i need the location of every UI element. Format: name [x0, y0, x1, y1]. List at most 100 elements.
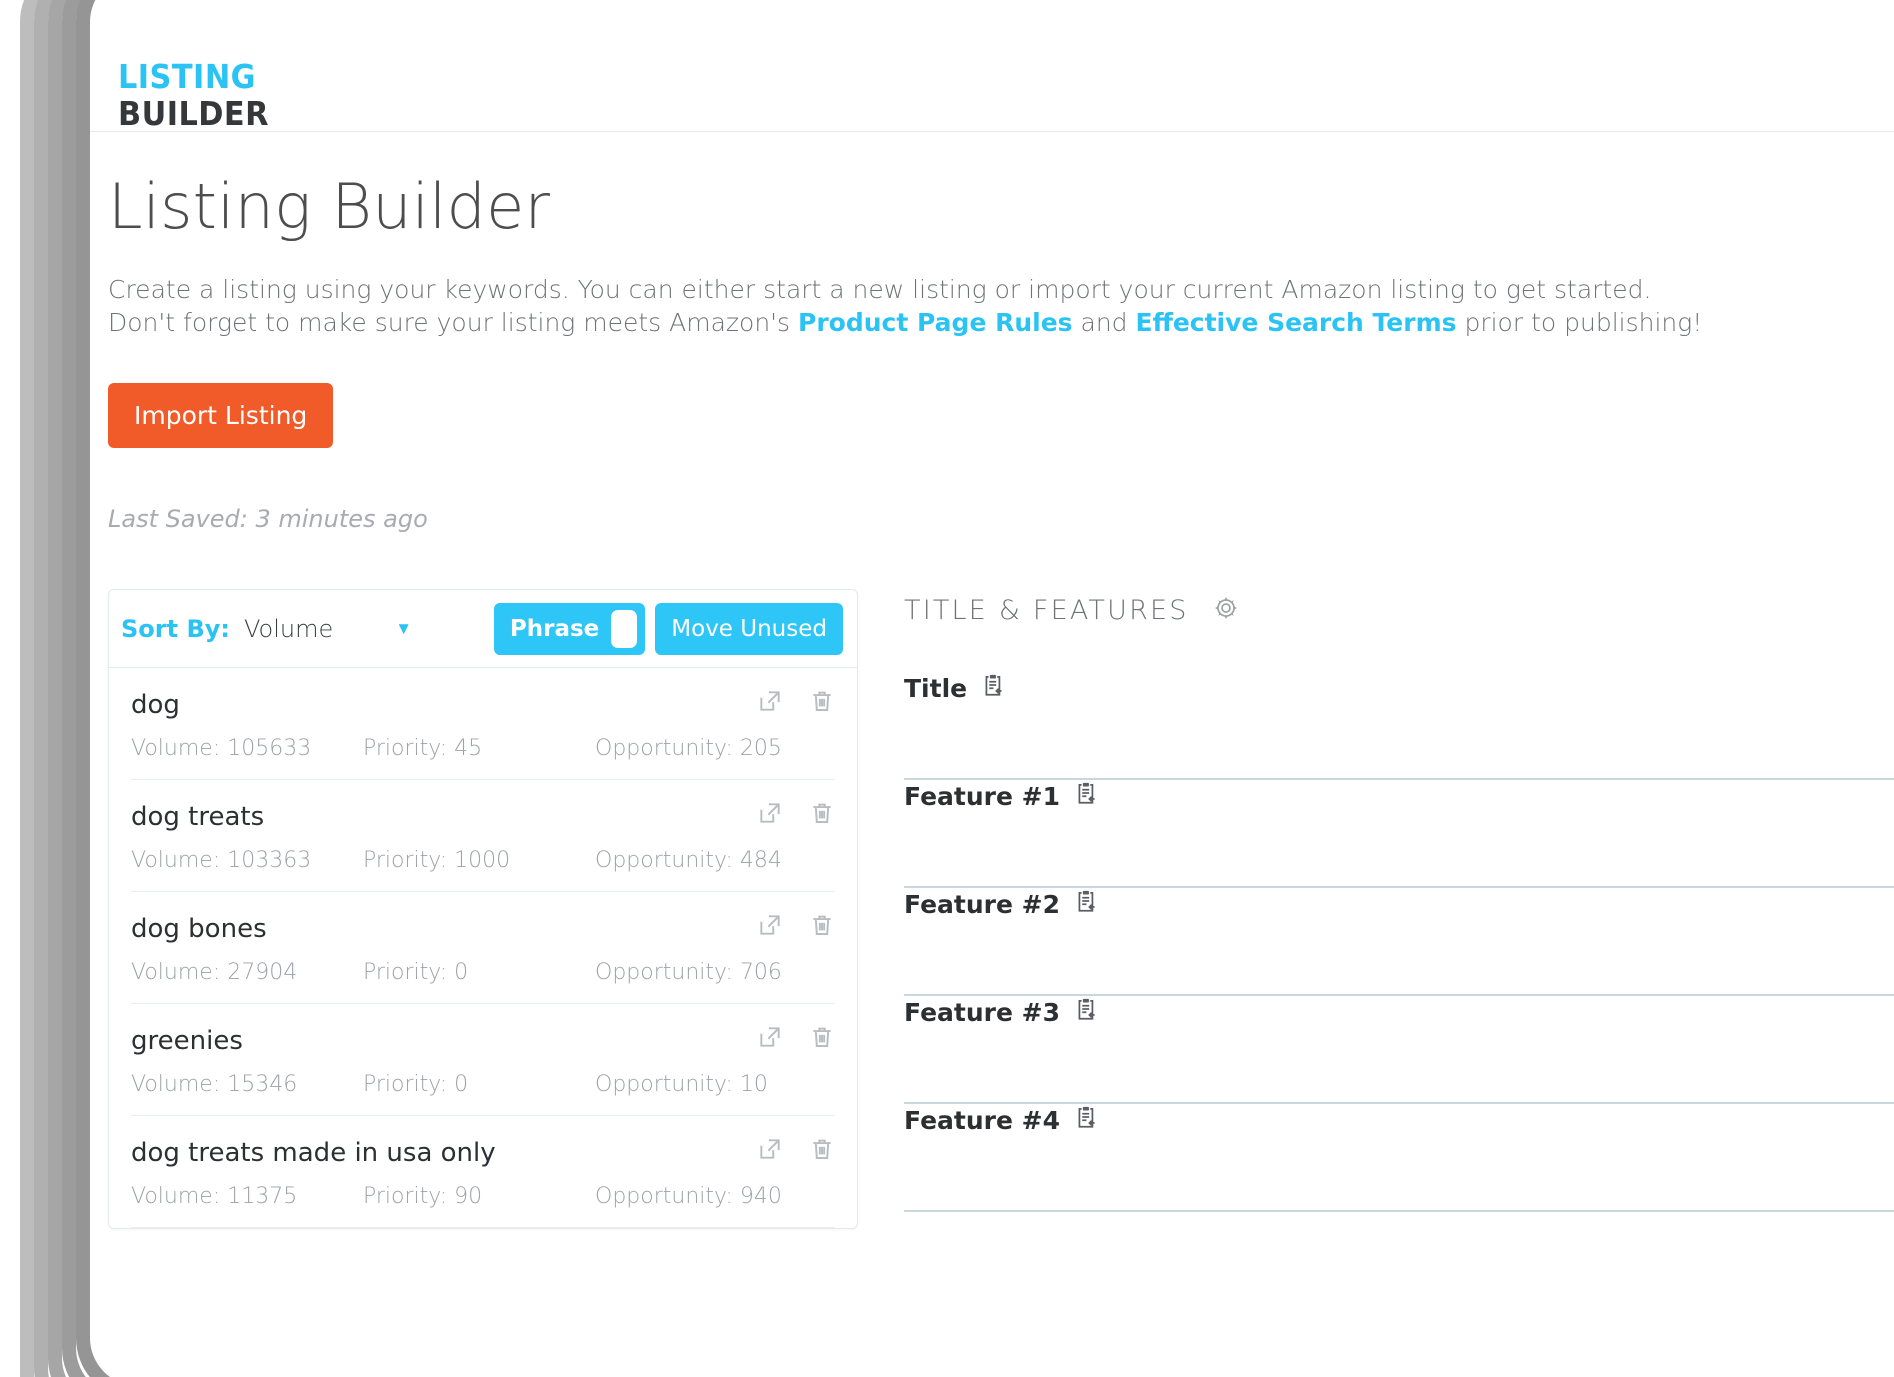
- listing-field: Feature #3: [904, 996, 1894, 1104]
- clipboard-paste-icon[interactable]: [1074, 1104, 1100, 1136]
- keyword-panel: Sort By: Volume ▼ Phrase Move Unused dog…: [108, 589, 858, 1229]
- panels-container: Sort By: Volume ▼ Phrase Move Unused dog…: [108, 589, 1894, 1229]
- field-label-text: Feature #3: [904, 998, 1060, 1027]
- listing-builder-logo[interactable]: LISTING BUILDER: [118, 60, 282, 130]
- keyword-text: dog treats: [131, 802, 835, 832]
- logo-text-builder: BUILDER: [118, 97, 269, 130]
- keyword-list: dog Volume: 105633Priority: 45Opportunity…: [109, 668, 857, 1228]
- keyword-opportunity: Opportunity: 484: [595, 848, 782, 873]
- field-input[interactable]: [904, 920, 1894, 994]
- field-label-text: Title: [904, 674, 967, 703]
- phrase-toggle-knob: [611, 610, 637, 648]
- intro-text-b: and: [1073, 308, 1136, 337]
- toolbar-right-group: Phrase Move Unused: [494, 603, 843, 655]
- field-input[interactable]: [904, 704, 1894, 778]
- app-screen: LISTING BUILDER Listing Builder Create a…: [90, 46, 1894, 1334]
- keyword-volume: Volume: 15346: [131, 1072, 363, 1097]
- keyword-text: dog treats made in usa only: [131, 1138, 835, 1168]
- listing-field: Feature #1: [904, 780, 1894, 888]
- keyword-volume: Volume: 27904: [131, 960, 363, 985]
- external-link-icon[interactable]: [757, 1024, 783, 1050]
- move-unused-button[interactable]: Move Unused: [655, 603, 843, 655]
- keyword-stats: Volume: 27904Priority: 0Opportunity: 706: [131, 960, 835, 985]
- intro-line-1: Create a listing using your keywords. Yo…: [108, 273, 1894, 306]
- keyword-row[interactable]: dog treats made in usa only Volume: 11375…: [131, 1116, 835, 1228]
- intro-text-a: Don't forget to make sure your listing m…: [108, 308, 798, 337]
- keyword-opportunity: Opportunity: 940: [595, 1184, 782, 1209]
- trash-icon[interactable]: [809, 1024, 835, 1050]
- keyword-stats: Volume: 103363Priority: 1000Opportunity:…: [131, 848, 835, 873]
- trash-icon[interactable]: [809, 800, 835, 826]
- field-underline: [904, 1028, 1894, 1104]
- keyword-opportunity: Opportunity: 10: [595, 1072, 768, 1097]
- clipboard-paste-icon[interactable]: [981, 672, 1007, 704]
- title-features-panel: TITLE & FEATURES Title Feature #1 Feature …: [904, 589, 1894, 1229]
- clipboard-paste-icon[interactable]: [1074, 996, 1100, 1028]
- keyword-row[interactable]: greenies Volume: 15346Priority: 0Opportun…: [131, 1004, 835, 1116]
- gear-icon[interactable]: [1211, 593, 1241, 628]
- listing-field: Feature #2: [904, 888, 1894, 996]
- field-label-row: Feature #1: [904, 780, 1894, 812]
- sort-by-value[interactable]: Volume: [244, 615, 333, 643]
- keyword-opportunity: Opportunity: 706: [595, 960, 782, 985]
- field-underline: [904, 920, 1894, 996]
- effective-search-terms-link[interactable]: Effective Search Terms: [1136, 308, 1457, 337]
- keyword-text: dog: [131, 690, 835, 720]
- external-link-icon[interactable]: [757, 912, 783, 938]
- keyword-stats: Volume: 105633Priority: 45Opportunity: 2…: [131, 736, 835, 761]
- clipboard-paste-icon[interactable]: [1074, 780, 1100, 812]
- field-input[interactable]: [904, 812, 1894, 886]
- field-label-text: Feature #2: [904, 890, 1060, 919]
- intro-line-2: Don't forget to make sure your listing m…: [108, 306, 1894, 339]
- field-label-row: Feature #2: [904, 888, 1894, 920]
- external-link-icon[interactable]: [757, 800, 783, 826]
- keyword-row[interactable]: dog treats Volume: 103363Priority: 1000Op…: [131, 780, 835, 892]
- title-features-header: TITLE & FEATURES: [904, 593, 1894, 628]
- page-body: Listing Builder Create a listing using y…: [90, 170, 1894, 1229]
- keyword-row[interactable]: dog bonesVolume: 27904Priority: 0Opportu…: [131, 892, 835, 1004]
- field-label-text: Feature #4: [904, 1106, 1060, 1135]
- app-header: LISTING BUILDER: [90, 46, 1894, 132]
- listing-field: Feature #4: [904, 1104, 1894, 1212]
- listing-field: Title: [904, 672, 1894, 780]
- field-underline: [904, 812, 1894, 888]
- keyword-opportunity: Opportunity: 205: [595, 736, 782, 761]
- page-title: Listing Builder: [108, 170, 1894, 243]
- phrase-toggle-label: Phrase: [510, 616, 599, 642]
- trash-icon[interactable]: [809, 688, 835, 714]
- keyword-priority: Priority: 1000: [363, 848, 595, 873]
- device-mockup: LISTING BUILDER Listing Builder Create a…: [0, 0, 1894, 1377]
- field-underline: [904, 704, 1894, 780]
- listing-fields: Title Feature #1 Feature #2 Feature #3 Featu…: [904, 672, 1894, 1212]
- field-input[interactable]: [904, 1136, 1894, 1210]
- field-underline: [904, 1136, 1894, 1212]
- external-link-icon[interactable]: [757, 688, 783, 714]
- keyword-row[interactable]: dog Volume: 105633Priority: 45Opportunity…: [131, 668, 835, 780]
- action-row: Import Listing Used / Total Search 0 / 4…: [108, 383, 1894, 479]
- saved-row: Last Saved: 3 minutes ago Copy: [108, 497, 1894, 561]
- trash-icon[interactable]: [809, 912, 835, 938]
- keyword-priority: Priority: 0: [363, 1072, 595, 1097]
- title-features-heading: TITLE & FEATURES: [904, 595, 1189, 626]
- keyword-row-actions: [757, 800, 835, 826]
- import-listing-button[interactable]: Import Listing: [108, 383, 333, 448]
- keyword-volume: Volume: 11375: [131, 1184, 363, 1209]
- product-page-rules-link[interactable]: Product Page Rules: [798, 308, 1073, 337]
- keyword-volume: Volume: 103363: [131, 848, 363, 873]
- intro-text-c: prior to publishing!: [1457, 308, 1703, 337]
- chevron-down-icon[interactable]: ▼: [395, 620, 412, 637]
- keyword-toolbar: Sort By: Volume ▼ Phrase Move Unused: [109, 590, 857, 668]
- external-link-icon[interactable]: [757, 1136, 783, 1162]
- clipboard-paste-icon[interactable]: [1074, 888, 1100, 920]
- field-input[interactable]: [904, 1028, 1894, 1102]
- field-label-row: Title: [904, 672, 1894, 704]
- trash-icon[interactable]: [809, 1136, 835, 1162]
- field-label-row: Feature #4: [904, 1104, 1894, 1136]
- keyword-text: greenies: [131, 1026, 835, 1056]
- keyword-priority: Priority: 45: [363, 736, 595, 761]
- sort-by-label: Sort By:: [121, 615, 230, 643]
- keyword-row-actions: [757, 1136, 835, 1162]
- keyword-priority: Priority: 0: [363, 960, 595, 985]
- phrase-toggle[interactable]: Phrase: [494, 603, 645, 655]
- field-label-row: Feature #3: [904, 996, 1894, 1028]
